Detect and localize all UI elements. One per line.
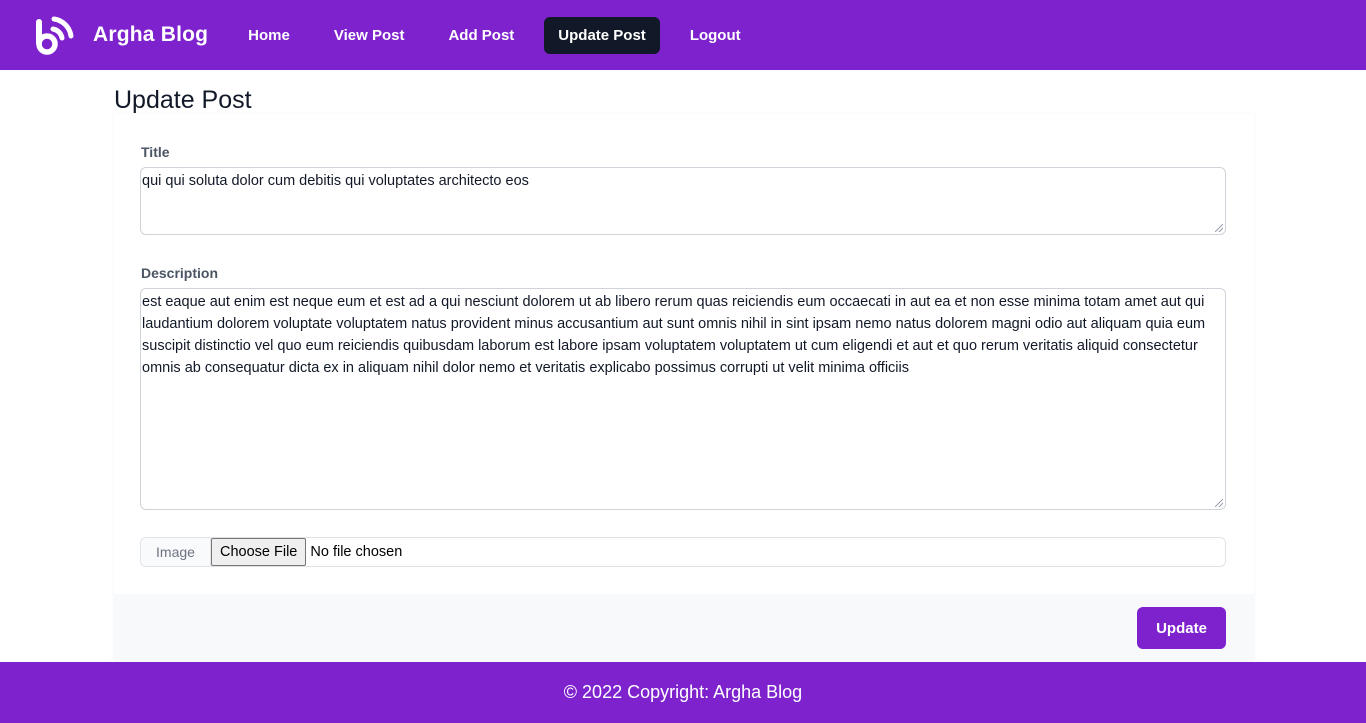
title-textarea[interactable]: qui qui soluta dolor cum debitis qui vol… (140, 167, 1226, 235)
copyright-text: © 2022 Copyright: Argha Blog (563, 682, 803, 702)
resize-handle-icon[interactable] (1215, 224, 1223, 232)
page-title: Update Post (114, 86, 252, 114)
nav-menu: Home View Post Add Post Update Post Logo… (234, 0, 770, 70)
title-text: qui qui soluta dolor cum debitis qui vol… (142, 173, 529, 189)
page-footer: © 2022 Copyright: Argha Blog (0, 662, 1366, 723)
top-navbar: Argha Blog Home View Post Add Post Updat… (0, 0, 1366, 70)
update-post-card: Title qui qui soluta dolor cum debitis q… (114, 114, 1254, 662)
blog-logo-icon (36, 16, 74, 55)
description-text: est eaque aut enim est neque eum et est … (142, 294, 1206, 376)
nav-item-update-post[interactable]: Update Post (544, 16, 660, 54)
resize-handle-icon[interactable] (1215, 499, 1223, 507)
card-footer: Update (114, 594, 1254, 662)
description-textarea[interactable]: est eaque aut enim est neque eum et est … (140, 288, 1226, 510)
nav-item-logout[interactable]: Logout (676, 17, 755, 54)
image-file-input-group: Image Choose File No file chosen (140, 537, 1226, 567)
update-button[interactable]: Update (1137, 607, 1226, 649)
image-label: Image (141, 538, 211, 566)
brand[interactable]: Argha Blog (33, 0, 208, 70)
brand-name: Argha Blog (93, 23, 209, 46)
nav-item-home[interactable]: Home (234, 17, 304, 54)
file-status: No file chosen (310, 544, 403, 560)
description-label: Description (141, 265, 219, 281)
choose-file-button[interactable]: Choose File (211, 538, 307, 566)
nav-item-view-post[interactable]: View Post (320, 17, 419, 54)
title-label: Title (141, 144, 170, 160)
nav-item-add-post[interactable]: Add Post (434, 17, 528, 54)
